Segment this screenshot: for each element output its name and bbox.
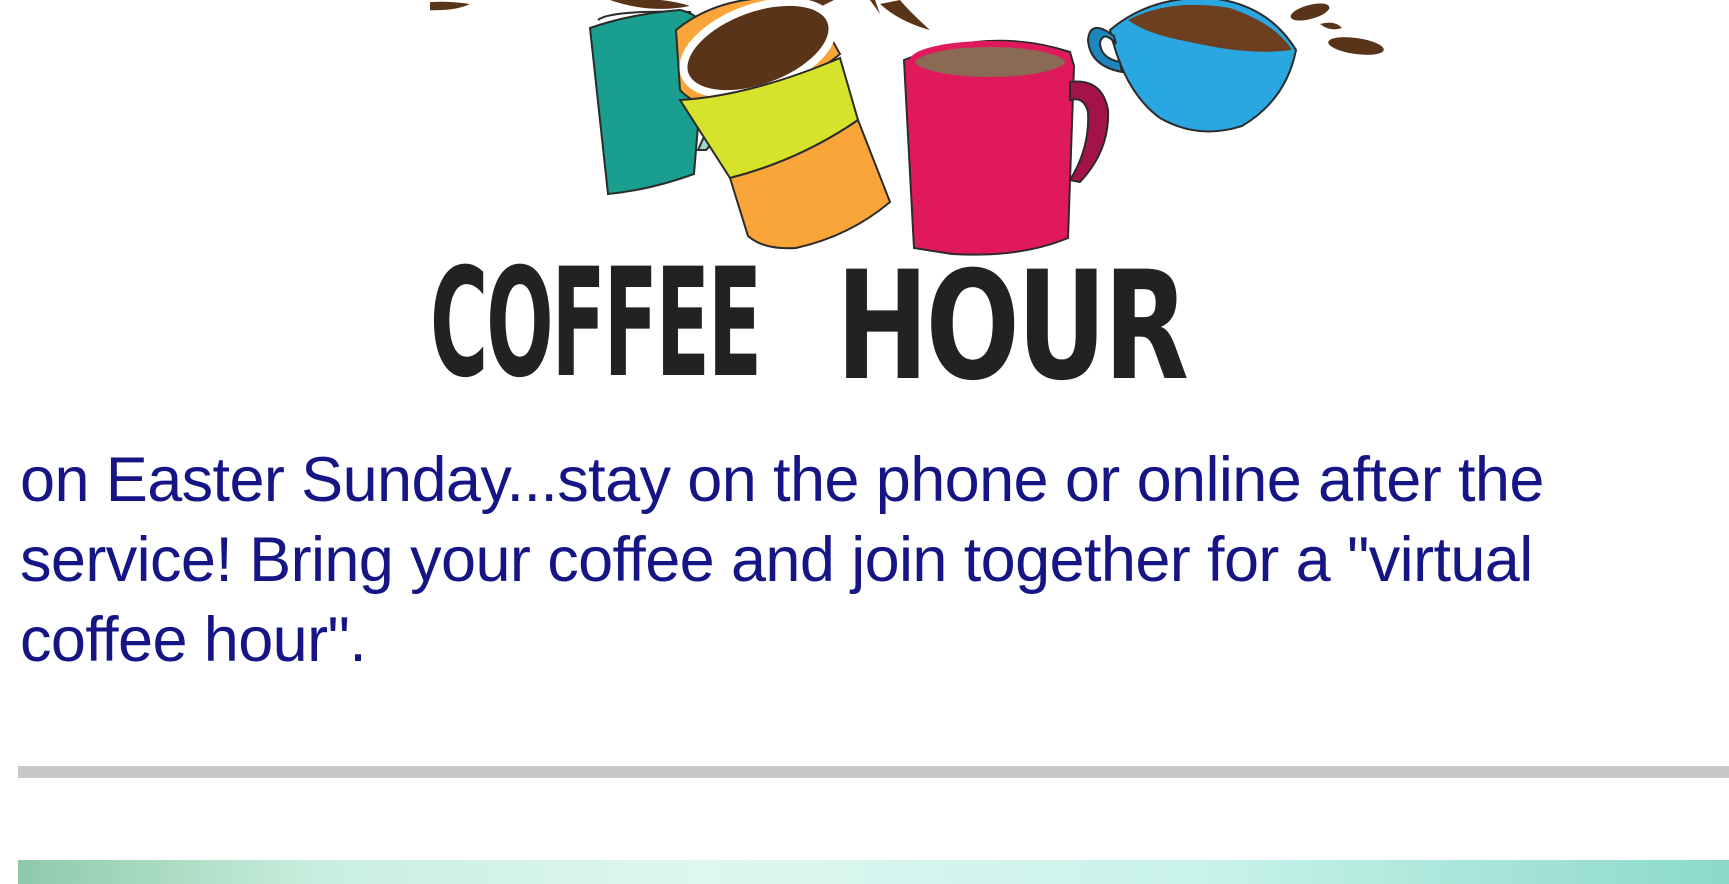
announcement-text: on Easter Sunday...stay on the phone or … <box>20 445 1544 675</box>
coffee-hour-illustration: COFFEE HOUR <box>430 0 1384 414</box>
svg-text:HOUR: HOUR <box>836 240 1187 414</box>
blue-cup-icon <box>1086 0 1298 133</box>
svg-text:COFFEE: COFFEE <box>430 237 760 411</box>
next-section-banner <box>18 860 1729 884</box>
horizontal-divider <box>18 766 1729 778</box>
coffee-hour-banner: COFFEE HOUR <box>430 0 1410 420</box>
paper-cup-icon <box>674 0 892 250</box>
red-mug-icon <box>902 39 1110 256</box>
coffee-hour-logo-text: COFFEE HOUR <box>430 237 1191 414</box>
page: COFFEE HOUR on Easter Sunday...stay on t… <box>0 0 1729 884</box>
